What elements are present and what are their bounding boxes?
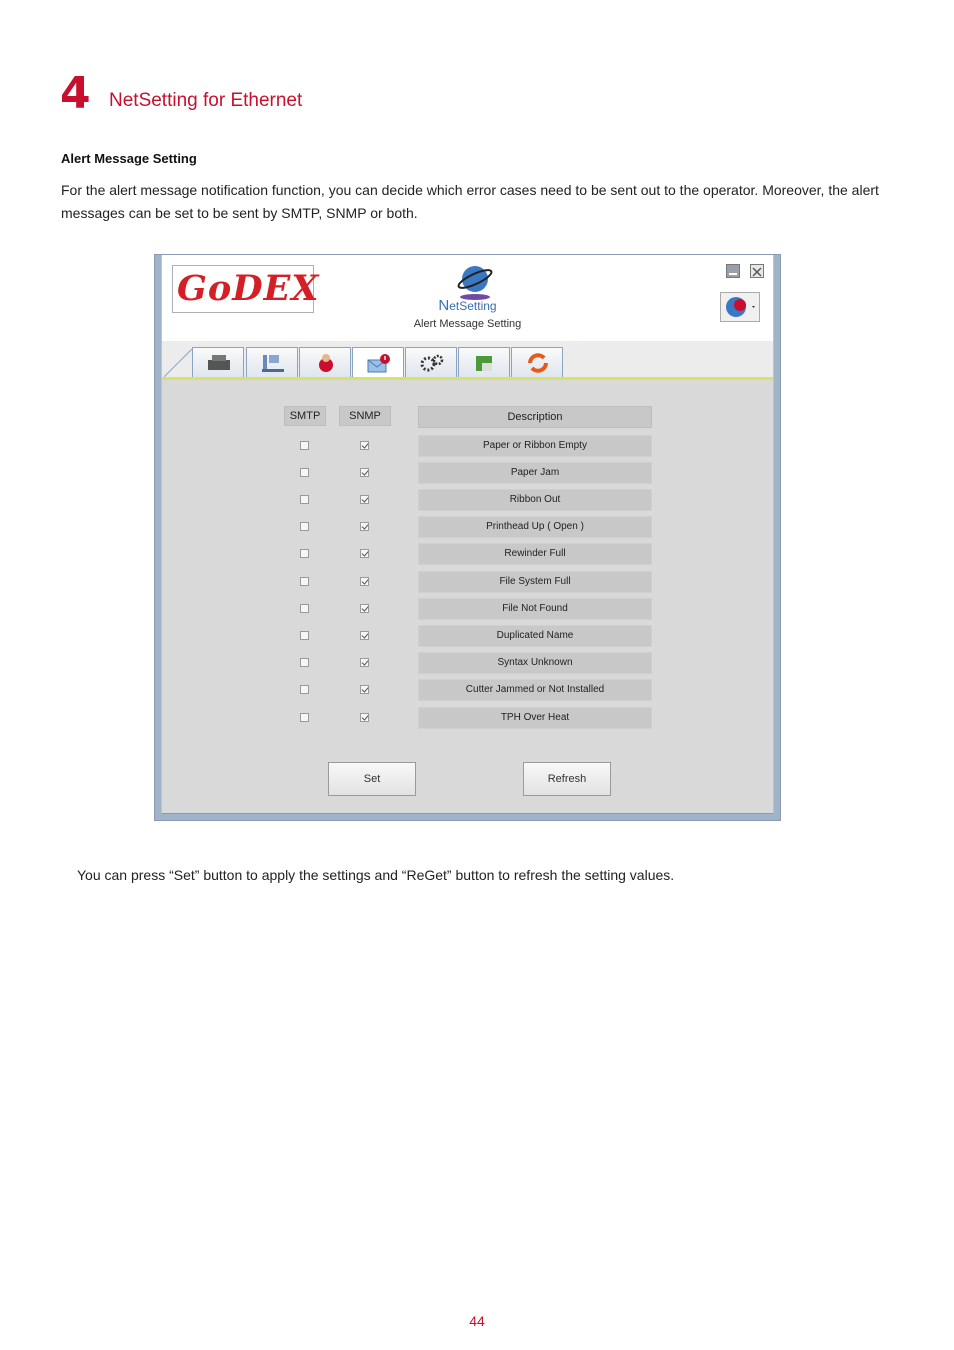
- snmp-checkbox[interactable]: [360, 658, 369, 667]
- network-icon: [262, 355, 284, 372]
- refresh-icon: [528, 353, 548, 373]
- snmp-checkbox[interactable]: [360, 549, 369, 558]
- user-icon: [319, 354, 333, 372]
- smtp-checkbox[interactable]: [300, 713, 309, 722]
- window-subtitle: Alert Message Setting: [413, 318, 522, 330]
- alert-row: TPH Over Heat: [162, 707, 773, 729]
- key-icon: [476, 356, 492, 371]
- smtp-checkbox[interactable]: [300, 577, 309, 586]
- alert-row: File Not Found: [162, 598, 773, 620]
- footer-note: You can press “Set” button to apply the …: [77, 867, 675, 883]
- snmp-checkbox[interactable]: [360, 631, 369, 640]
- alert-row: Cutter Jammed or Not Installed: [162, 679, 773, 701]
- minimize-button[interactable]: [726, 264, 740, 278]
- set-button[interactable]: Set: [328, 762, 416, 796]
- alert-row: Rewinder Full: [162, 543, 773, 565]
- alert-row: Paper Jam: [162, 462, 773, 484]
- section-heading: Alert Message Setting: [61, 151, 197, 166]
- window-header: GoDEX NetSetting Alert Message Setting: [162, 255, 773, 342]
- alert-description: Syntax Unknown: [418, 652, 652, 674]
- tab-settings[interactable]: [405, 347, 457, 377]
- alert-mail-icon: [367, 354, 390, 373]
- chapter-title: NetSetting for Ethernet: [109, 90, 303, 111]
- chapter-number: 4: [60, 68, 91, 119]
- alert-description: File System Full: [418, 571, 652, 593]
- description-column-header: Description: [418, 406, 652, 428]
- alert-settings-panel: SMTP SNMP Description Paper or Ribbon Em…: [162, 380, 773, 813]
- tab-user[interactable]: [299, 347, 351, 377]
- smtp-checkbox[interactable]: [300, 522, 309, 531]
- alert-row: Printhead Up ( Open ): [162, 516, 773, 538]
- alert-description: Cutter Jammed or Not Installed: [418, 679, 652, 701]
- tab-printer[interactable]: [192, 347, 244, 377]
- smtp-checkbox[interactable]: [300, 685, 309, 694]
- alert-row: File System Full: [162, 571, 773, 593]
- close-button[interactable]: [750, 264, 764, 278]
- snmp-checkbox[interactable]: [360, 577, 369, 586]
- language-button[interactable]: [720, 292, 760, 322]
- smtp-checkbox[interactable]: [300, 604, 309, 613]
- alert-description: Duplicated Name: [418, 625, 652, 647]
- alert-description: Ribbon Out: [418, 489, 652, 511]
- netsetting-window: GoDEX NetSetting Alert Message Setting S…: [154, 254, 781, 821]
- alert-description: Paper Jam: [418, 462, 652, 484]
- tab-alert-message[interactable]: [352, 347, 404, 377]
- close-icon: [752, 267, 762, 277]
- tab-strip: [162, 341, 773, 380]
- gears-icon: [420, 354, 444, 372]
- smtp-checkbox[interactable]: [300, 631, 309, 640]
- smtp-checkbox[interactable]: [300, 495, 309, 504]
- refresh-button[interactable]: Refresh: [523, 762, 611, 796]
- netsetting-globe-icon: [457, 266, 493, 300]
- snmp-checkbox[interactable]: [360, 441, 369, 450]
- smtp-checkbox[interactable]: [300, 658, 309, 667]
- snmp-checkbox[interactable]: [360, 713, 369, 722]
- snmp-checkbox[interactable]: [360, 468, 369, 477]
- snmp-checkbox[interactable]: [360, 522, 369, 531]
- tab-refresh[interactable]: [511, 347, 563, 377]
- printer-icon: [208, 355, 230, 370]
- snmp-checkbox[interactable]: [360, 685, 369, 694]
- snmp-checkbox[interactable]: [360, 604, 369, 613]
- alert-description: Paper or Ribbon Empty: [418, 435, 652, 457]
- alert-row: Syntax Unknown: [162, 652, 773, 674]
- page-number: 44: [469, 1313, 485, 1329]
- smtp-checkbox[interactable]: [300, 441, 309, 450]
- tab-network[interactable]: [246, 347, 298, 377]
- alert-row: Paper or Ribbon Empty: [162, 435, 773, 457]
- tab-password[interactable]: [458, 347, 510, 377]
- snmp-checkbox[interactable]: [360, 495, 369, 504]
- smtp-column-header: SMTP: [284, 406, 326, 426]
- smtp-checkbox[interactable]: [300, 549, 309, 558]
- alert-description: File Not Found: [418, 598, 652, 620]
- alert-row: Ribbon Out: [162, 489, 773, 511]
- alert-description: TPH Over Heat: [418, 707, 652, 729]
- window-body: GoDEX NetSetting Alert Message Setting S…: [161, 255, 774, 814]
- snmp-column-header: SNMP: [339, 406, 391, 426]
- alert-description: Rewinder Full: [418, 543, 652, 565]
- alert-row: Duplicated Name: [162, 625, 773, 647]
- alert-description: Printhead Up ( Open ): [418, 516, 652, 538]
- language-globe-icon: [726, 297, 755, 317]
- smtp-checkbox[interactable]: [300, 468, 309, 477]
- intro-paragraph: For the alert message notification funct…: [61, 182, 879, 221]
- brand-name: NetSetting: [438, 297, 497, 314]
